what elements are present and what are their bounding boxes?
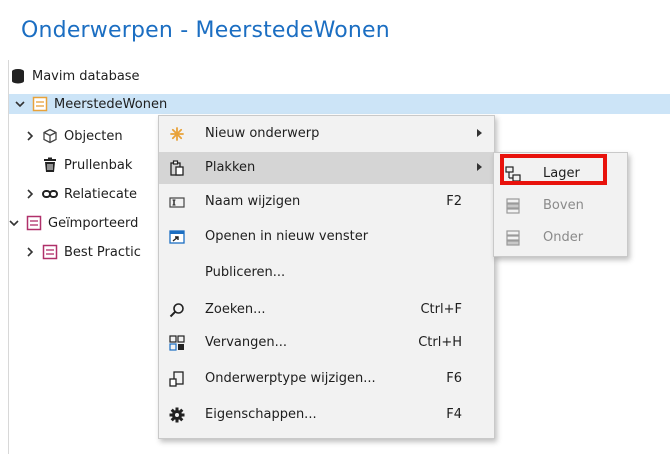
menu-item-shortcut: Ctrl+F bbox=[420, 302, 462, 317]
menu-item-label: Openen in nieuw venster bbox=[205, 229, 369, 244]
new-asterisk-icon bbox=[170, 127, 184, 141]
menu-item-label: Onderwerptype wijzigen... bbox=[205, 371, 376, 386]
change-type-icon bbox=[169, 371, 184, 387]
tree-item-label: Geïmporteerd bbox=[48, 215, 139, 231]
tree-item-objecten[interactable]: Objecten bbox=[24, 126, 123, 146]
tree-item-prullenbak[interactable]: Prullenbak bbox=[42, 155, 132, 175]
tree-item-meerstedewonen[interactable]: MeerstedeWonen bbox=[9, 94, 670, 114]
tree-item-label: Relatiecate bbox=[64, 186, 137, 202]
menu-item-label: Naam wijzigen bbox=[205, 194, 301, 209]
submenu-item-label: Onder bbox=[543, 230, 584, 245]
paste-above-icon bbox=[506, 198, 520, 214]
chevron-right-icon[interactable] bbox=[24, 188, 36, 200]
tree-root[interactable]: Mavim database bbox=[10, 66, 140, 86]
menu-item-naam-wijzigen[interactable]: Naam wijzigen F2 bbox=[159, 186, 494, 218]
submenu-arrow-icon bbox=[477, 163, 482, 171]
submenu-item-label: Boven bbox=[543, 198, 584, 213]
menu-item-publiceren[interactable]: Publiceren... bbox=[159, 257, 494, 289]
menu-item-nieuw-onderwerp[interactable]: Nieuw onderwerp bbox=[159, 118, 494, 150]
context-menu: Nieuw onderwerp Plakken Naam wijzigen F2… bbox=[158, 115, 495, 439]
menu-item-onderwerptype-wijzigen[interactable]: Onderwerptype wijzigen... F6 bbox=[159, 363, 494, 395]
menu-item-eigenschappen[interactable]: Eigenschappen... F4 bbox=[159, 399, 494, 431]
submenu-item-boven[interactable]: Boven bbox=[494, 190, 627, 222]
menu-item-plakken[interactable]: Plakken bbox=[159, 152, 494, 184]
menu-item-shortcut: F4 bbox=[446, 407, 462, 422]
tree-item-label: MeerstedeWonen bbox=[54, 96, 168, 112]
menu-item-zoeken[interactable]: Zoeken... Ctrl+F bbox=[159, 294, 494, 326]
database-icon bbox=[12, 69, 24, 84]
menu-item-shortcut: Ctrl+H bbox=[418, 335, 462, 350]
chevron-down-icon[interactable] bbox=[14, 98, 26, 110]
replace-icon bbox=[169, 335, 185, 351]
topic-icon bbox=[26, 215, 42, 231]
menu-item-label: Plakken bbox=[205, 160, 256, 175]
relation-icon bbox=[42, 190, 58, 198]
menu-item-label: Publiceren... bbox=[205, 265, 286, 280]
tree-item-label: Best Practic bbox=[64, 244, 141, 260]
chevron-down-icon[interactable] bbox=[8, 217, 20, 229]
chevron-right-icon[interactable] bbox=[24, 246, 36, 258]
topic-icon bbox=[42, 244, 58, 260]
topic-icon bbox=[32, 96, 48, 112]
submenu-arrow-icon bbox=[477, 129, 482, 137]
chevron-right-icon[interactable] bbox=[24, 130, 36, 142]
paste-below-icon bbox=[506, 230, 520, 246]
tree-item-geimporteerd[interactable]: Geïmporteerd bbox=[8, 213, 138, 233]
search-icon bbox=[169, 303, 184, 318]
objects-icon bbox=[43, 128, 57, 144]
annotation-highlight-box bbox=[500, 154, 607, 185]
paste-icon bbox=[170, 160, 184, 176]
menu-item-shortcut: F6 bbox=[446, 371, 462, 386]
tree-item-best-practices[interactable]: Best Practic bbox=[24, 242, 141, 262]
menu-item-shortcut: F2 bbox=[446, 194, 462, 209]
menu-item-label: Vervangen... bbox=[205, 335, 288, 350]
menu-item-label: Eigenschappen... bbox=[205, 407, 317, 422]
tree-item-label: Prullenbak bbox=[64, 157, 133, 173]
menu-item-openen-nieuw-venster[interactable]: Openen in nieuw venster bbox=[159, 221, 494, 253]
menu-item-label: Zoeken... bbox=[205, 302, 266, 317]
tree-root-label: Mavim database bbox=[32, 68, 140, 84]
submenu-item-onder[interactable]: Onder bbox=[494, 222, 627, 254]
menu-item-vervangen[interactable]: Vervangen... Ctrl+H bbox=[159, 327, 494, 359]
menu-item-label: Nieuw onderwerp bbox=[205, 126, 320, 141]
open-window-icon bbox=[169, 230, 185, 244]
gear-icon bbox=[169, 407, 185, 423]
tree-item-label: Objecten bbox=[64, 128, 123, 144]
tree-item-relatiecategorieen[interactable]: Relatiecate bbox=[24, 184, 137, 204]
trash-icon bbox=[44, 157, 56, 172]
rename-icon bbox=[169, 197, 185, 208]
